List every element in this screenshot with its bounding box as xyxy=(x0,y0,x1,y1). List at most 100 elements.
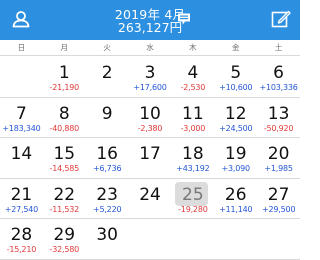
day-number: 9 xyxy=(101,103,113,124)
day-number: 28 xyxy=(10,225,33,245)
day-cell-20[interactable]: 20 +1,985 xyxy=(257,138,300,178)
day-cell-17[interactable]: 17 xyxy=(129,138,172,178)
weekday-thu: 木 xyxy=(189,43,197,52)
day-amount: -11,532 xyxy=(49,204,80,214)
calendar-week: 1 -21,190 2 3 +17,600 4 -2,530 5 +10,600 6 +103,33… xyxy=(0,57,300,98)
day-amount: +3,090 xyxy=(221,164,251,173)
day-amount: -3,000 xyxy=(180,123,206,133)
day-number: 3 xyxy=(144,63,156,83)
day-number: 20 xyxy=(267,144,290,164)
day-number: 16 xyxy=(96,144,118,164)
day-number: 6 xyxy=(273,63,284,83)
day-number: 13 xyxy=(267,103,290,124)
day-number: 27 xyxy=(267,184,290,205)
day-cell-6[interactable]: 6 +103,336 xyxy=(257,57,300,97)
day-cell-12[interactable]: 12 +24,500 xyxy=(214,98,257,138)
day-cell-18[interactable]: 18 +43,192 xyxy=(171,138,214,178)
day-cell-4[interactable]: 4 -2,530 xyxy=(171,57,214,97)
weekday-sun: 日 xyxy=(17,43,26,52)
day-amount: +11,140 xyxy=(219,204,253,214)
calendar-grid: 1 -21,190 2 3 +17,600 4 -2,530 5 +10,600 6 +103,33… xyxy=(0,57,300,260)
day-cell-8[interactable]: 8 -40,880 xyxy=(43,98,86,138)
day-number: 4 xyxy=(187,63,199,83)
day-amount: -14,585 xyxy=(49,164,80,173)
day-cell-21[interactable]: 21 +27,540 xyxy=(0,179,43,219)
day-cell-23[interactable]: 23 +5,220 xyxy=(86,179,129,219)
day-cell-7[interactable]: 7 +183,340 xyxy=(0,98,43,138)
empty-day-cell xyxy=(129,219,172,259)
day-number: 22 xyxy=(53,184,76,205)
weekday-tue: 火 xyxy=(103,43,111,52)
calendar-week: 14 15 -14,585 16 +6,736 17 18 +43,192 19 +3,090 20… xyxy=(0,138,300,179)
day-amount: -2,530 xyxy=(180,83,206,92)
weekday-wed: 水 xyxy=(146,43,154,52)
day-cell-2[interactable]: 2 xyxy=(86,57,129,97)
day-amount: -21,190 xyxy=(49,83,80,92)
day-number: 29 xyxy=(53,225,76,245)
day-number: 18 xyxy=(182,144,204,164)
weekday-header: 日 月 火 水 木 金 土 xyxy=(0,40,300,56)
day-number: 2 xyxy=(101,63,113,83)
day-cell-10[interactable]: 10 -2,380 xyxy=(129,98,172,138)
day-amount: -40,880 xyxy=(49,123,80,133)
day-number: 1 xyxy=(58,63,70,83)
day-number: 7 xyxy=(16,103,27,124)
day-cell-15[interactable]: 15 -14,585 xyxy=(43,138,86,178)
calendar-week: 21 +27,540 22 -11,532 23 +5,220 24 25 -19,280 26 +… xyxy=(0,179,300,219)
empty-day-cell xyxy=(171,219,214,259)
day-amount: +27,540 xyxy=(4,204,39,214)
day-number: 12 xyxy=(224,103,247,124)
day-amount: +10,600 xyxy=(219,83,253,92)
day-amount: +5,220 xyxy=(92,204,122,214)
day-number: 23 xyxy=(96,184,118,205)
day-cell-26[interactable]: 26 +11,140 xyxy=(214,179,257,219)
edit-icon[interactable] xyxy=(270,8,292,30)
empty-day-cell xyxy=(214,219,257,259)
day-cell-9[interactable]: 9 xyxy=(86,98,129,138)
day-cell-16[interactable]: 16 +6,736 xyxy=(86,138,129,178)
day-cell-11[interactable]: 11 -3,000 xyxy=(171,98,214,138)
day-number: 21 xyxy=(10,184,33,205)
weekday-fri: 金 xyxy=(231,43,240,52)
day-cell-24[interactable]: 24 xyxy=(129,179,172,219)
day-cell-25[interactable]: 25 -19,280 xyxy=(171,179,214,219)
empty-day-cell xyxy=(257,219,300,259)
day-amount: +24,500 xyxy=(219,123,253,133)
day-cell-5[interactable]: 5 +10,600 xyxy=(214,57,257,97)
day-number: 26 xyxy=(224,184,247,205)
day-cell-22[interactable]: 22 -11,532 xyxy=(43,179,86,219)
empty-day-cell xyxy=(0,57,43,97)
day-number: 5 xyxy=(230,63,242,83)
calendar-week: 28 -15,210 29 -32,580 30 xyxy=(0,219,300,260)
day-cell-14[interactable]: 14 xyxy=(0,138,43,178)
day-cell-29[interactable]: 29 -32,580 xyxy=(43,219,86,259)
day-amount: +103,336 xyxy=(259,83,298,92)
day-cell-27[interactable]: 27 +29,500 xyxy=(257,179,300,219)
weekday-mon: 月 xyxy=(60,43,69,52)
day-cell-1[interactable]: 1 -21,190 xyxy=(43,57,86,97)
day-number: 11 xyxy=(182,103,204,124)
day-amount: +43,192 xyxy=(176,164,210,173)
day-cell-19[interactable]: 19 +3,090 xyxy=(214,138,257,178)
day-cell-3[interactable]: 3 +17,600 xyxy=(129,57,172,97)
day-amount: -50,920 xyxy=(263,123,294,133)
day-number: 8 xyxy=(58,103,70,124)
day-number: 14 xyxy=(10,144,33,164)
day-amount: -19,280 xyxy=(178,204,208,214)
day-amount: -32,580 xyxy=(49,245,80,254)
day-number: 17 xyxy=(139,144,161,164)
day-amount: +6,736 xyxy=(92,164,122,173)
day-cell-28[interactable]: 28 -15,210 xyxy=(0,219,43,259)
day-number: 25 xyxy=(182,184,204,205)
weekday-sat: 土 xyxy=(274,43,283,52)
day-amount: +1,985 xyxy=(264,164,293,173)
day-cell-13[interactable]: 13 -50,920 xyxy=(257,98,300,138)
calendar-week: 7 +183,340 8 -40,880 9 10 -2,380 11 -3,000 12 +24,… xyxy=(0,98,300,138)
month-total: 263,127円 xyxy=(117,20,183,35)
day-cell-30[interactable]: 30 xyxy=(86,219,129,259)
day-amount: -2,380 xyxy=(137,123,163,133)
day-number: 15 xyxy=(53,144,76,164)
app-header: 2019年 4月 263,127円 xyxy=(0,0,300,40)
day-number: 10 xyxy=(139,103,161,124)
day-amount: +17,600 xyxy=(133,83,167,92)
